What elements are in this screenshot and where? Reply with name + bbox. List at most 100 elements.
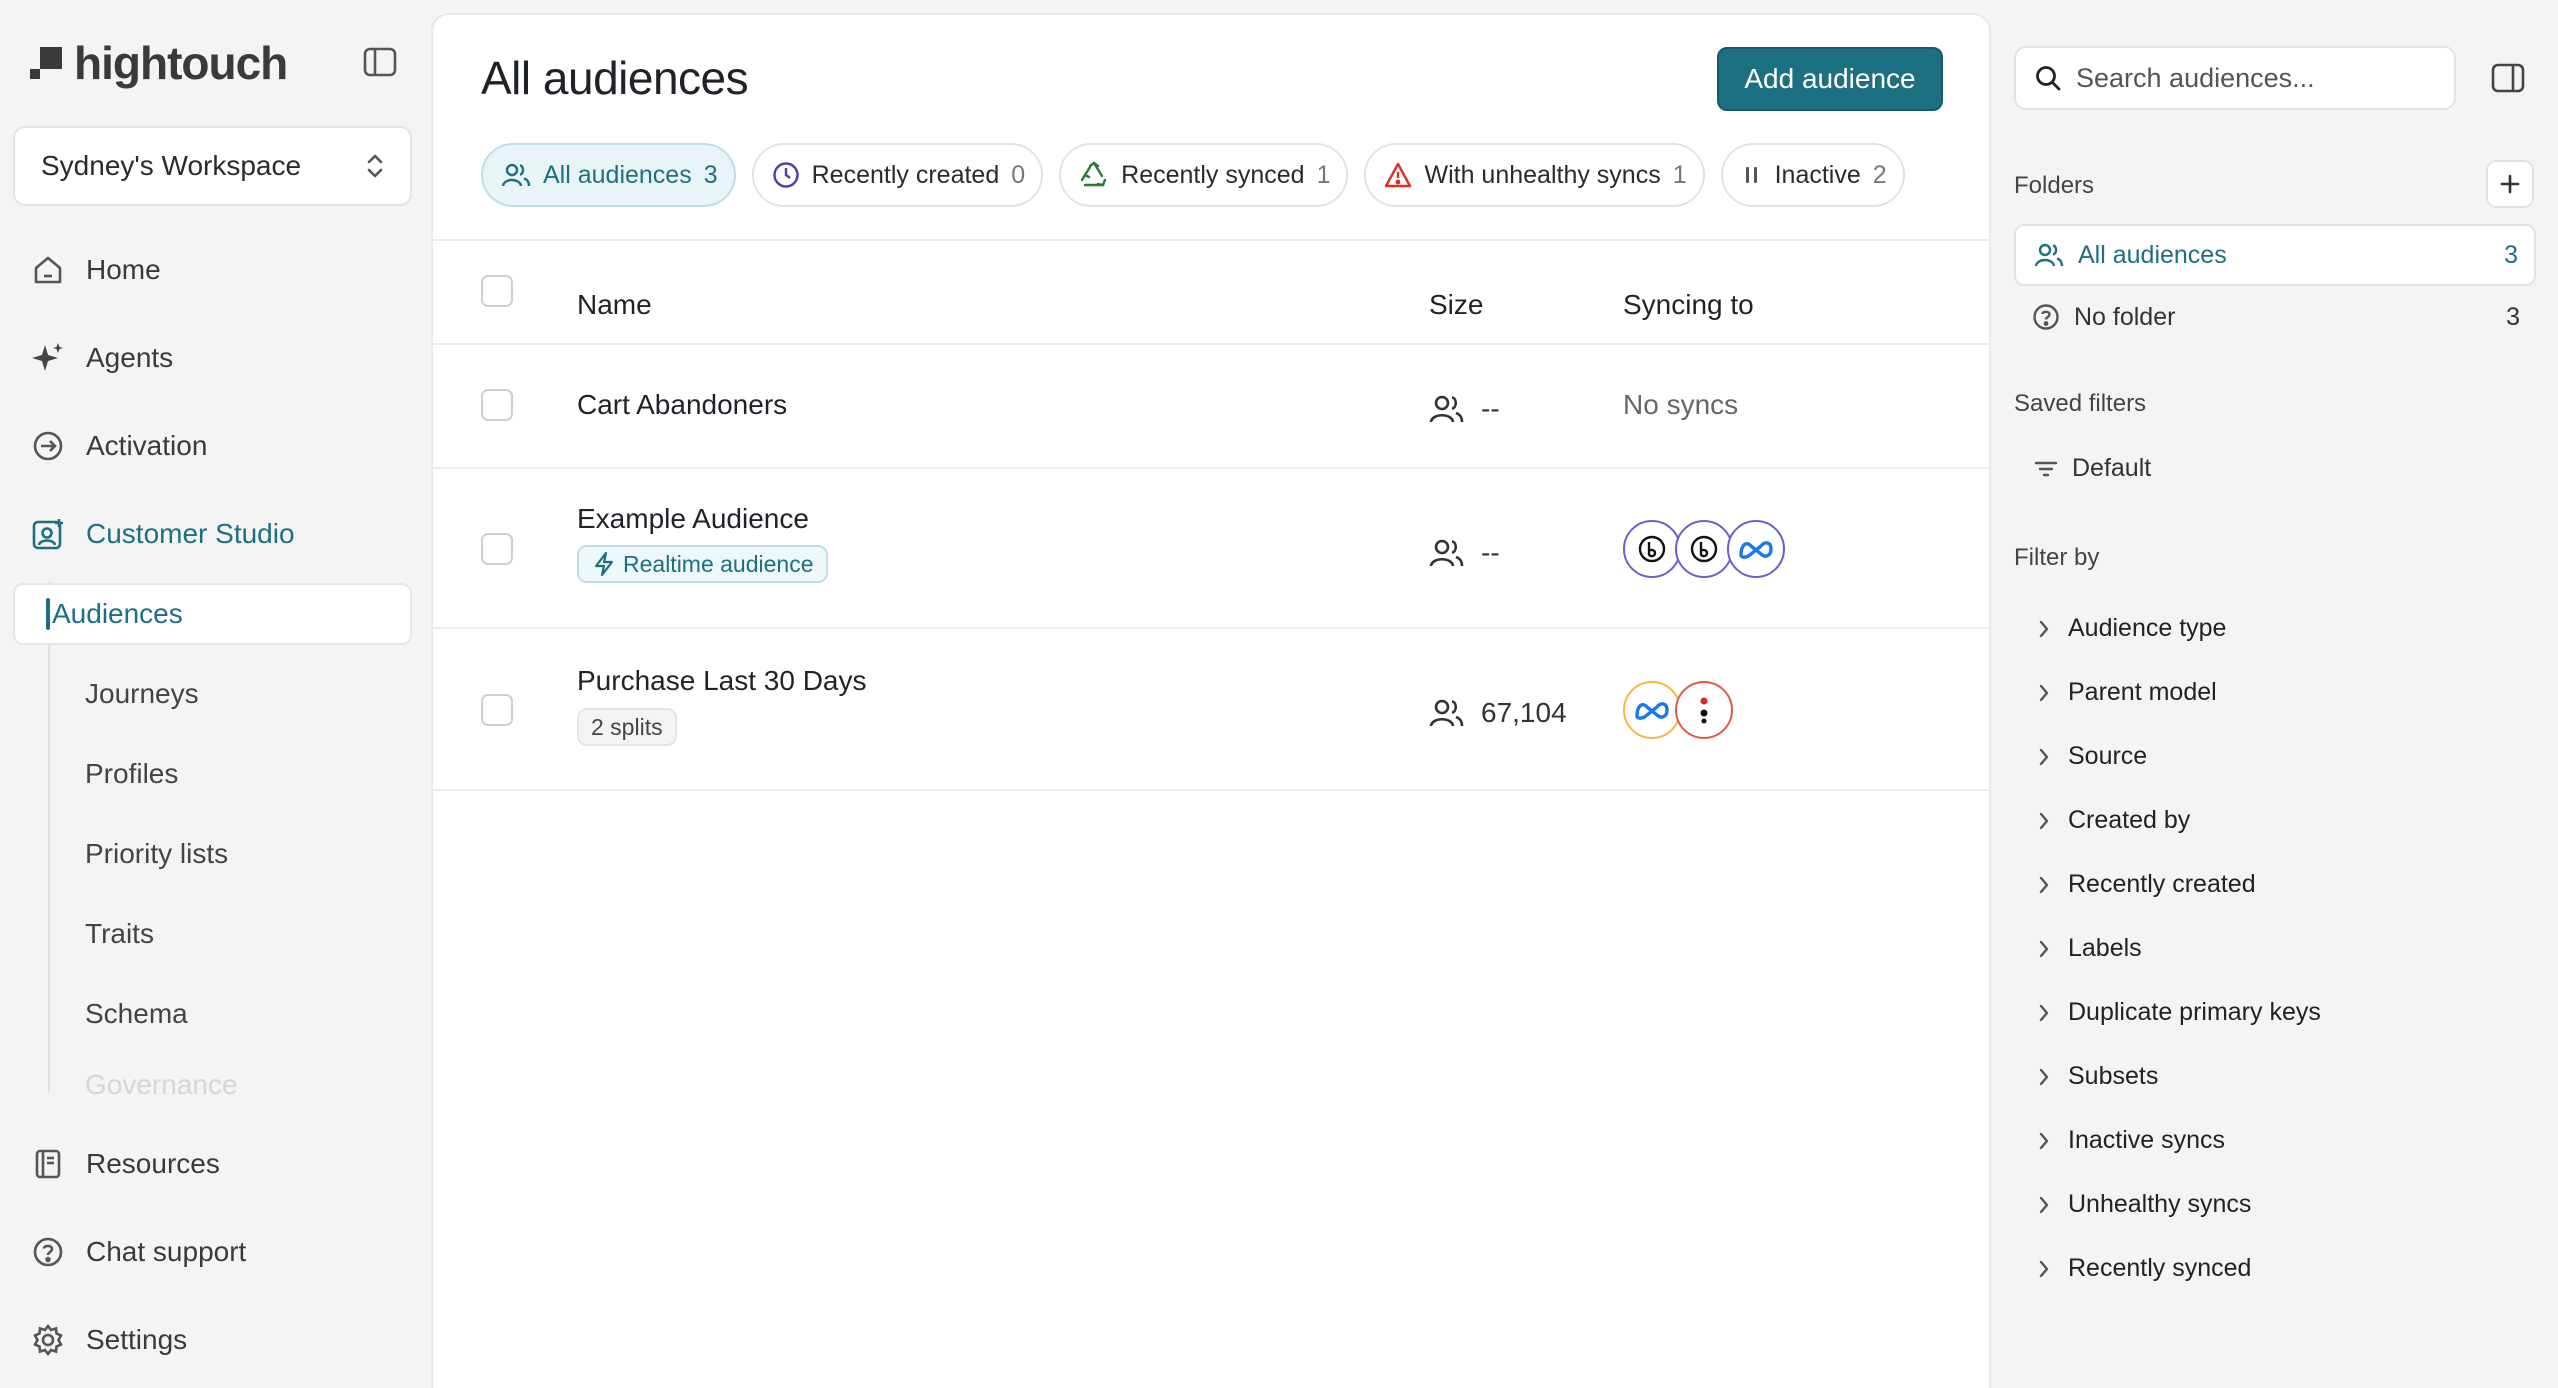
syncing-to-none: No syncs: [1623, 389, 1739, 420]
row-divider: [433, 467, 1989, 469]
filter-unhealthy-syncs[interactable]: Unhealthy syncs: [2038, 1190, 2251, 1219]
page-title: All audiences: [481, 52, 749, 104]
row-checkbox[interactable]: [481, 694, 513, 726]
realtime-badge: Realtime audience: [577, 545, 828, 583]
quick-filter-chips: All audiences 3 Recently created 0 Recen…: [481, 143, 1905, 207]
chevron-right-icon: [2039, 1260, 2049, 1277]
chip-unhealthy-syncs[interactable]: With unhealthy syncs 1: [1364, 143, 1705, 207]
chevron-right-icon: [2039, 1004, 2049, 1021]
filter-source[interactable]: Source: [2038, 742, 2147, 771]
chip-count: 0: [1011, 160, 1026, 189]
nav-resources-label: Resources: [86, 1148, 220, 1179]
chevron-right-icon: [2039, 748, 2049, 765]
subnav-governance[interactable]: Governance: [85, 1069, 238, 1105]
add-audience-button[interactable]: Add audience: [1717, 47, 1943, 111]
column-header-size[interactable]: Size: [1429, 289, 1483, 321]
audience-size: --: [1429, 537, 1500, 569]
filter-recently-created[interactable]: Recently created: [2038, 870, 2256, 899]
activation-icon: [30, 428, 66, 464]
filter-audience-type[interactable]: Audience type: [2038, 614, 2226, 643]
chip-label: All audiences: [543, 160, 692, 189]
nav-chat-support[interactable]: Chat support: [30, 1224, 246, 1280]
column-header-name[interactable]: Name: [577, 289, 652, 321]
collapse-sidebar-button[interactable]: [360, 42, 400, 82]
chip-count: 1: [1672, 160, 1687, 189]
nav-resources[interactable]: Resources: [30, 1136, 220, 1192]
filter-created-by[interactable]: Created by: [2038, 806, 2190, 835]
logo[interactable]: hightouch: [28, 36, 288, 90]
audience-name[interactable]: Example Audience: [577, 503, 809, 535]
nav-customer-studio[interactable]: Customer Studio: [30, 506, 295, 562]
table-top-divider: [433, 239, 1989, 241]
destination-braze-icon[interactable]: [1623, 520, 1681, 578]
nav-activation-label: Activation: [86, 430, 208, 461]
subnav-line: [48, 582, 50, 1092]
subnav-priority-lists[interactable]: Priority lists: [85, 829, 228, 879]
chip-label: Inactive: [1774, 160, 1861, 189]
saved-filter-default[interactable]: Default: [2034, 454, 2151, 483]
question-icon: [30, 1234, 66, 1270]
filters-panel: Folders All audiences 3 No folder 3 Save…: [1996, 0, 2558, 1388]
chip-count: 3: [703, 160, 718, 189]
filter-parent-model[interactable]: Parent model: [2038, 678, 2217, 707]
destination-warning-icon[interactable]: [1675, 681, 1733, 739]
chip-recently-created[interactable]: Recently created 0: [751, 143, 1044, 207]
destination-braze-icon[interactable]: [1675, 520, 1733, 578]
users-icon: [501, 163, 531, 187]
warning-icon: [1385, 162, 1412, 188]
row-checkbox[interactable]: [481, 389, 513, 421]
subnav-traits[interactable]: Traits: [85, 909, 154, 959]
nav-home[interactable]: Home: [30, 242, 161, 298]
audience-name[interactable]: Purchase Last 30 Days: [577, 665, 867, 697]
sidebar-toggle-icon: [363, 47, 397, 77]
chevron-right-icon: [2039, 684, 2049, 701]
saved-filters-title: Saved filters: [2014, 390, 2147, 417]
search-icon: [2036, 66, 2061, 91]
nav-home-label: Home: [86, 254, 161, 285]
destination-meta-icon[interactable]: [1623, 681, 1681, 739]
folder-no-folder[interactable]: No folder 3: [2014, 286, 2536, 348]
nav-settings[interactable]: Settings: [30, 1312, 187, 1368]
nav-settings-label: Settings: [86, 1324, 188, 1355]
filter-inactive-syncs[interactable]: Inactive syncs: [2038, 1126, 2225, 1155]
search-box[interactable]: [2014, 46, 2456, 110]
row-divider: [433, 789, 1989, 791]
subnav-journeys[interactable]: Journeys: [85, 669, 199, 719]
filter-labels[interactable]: Labels: [2038, 934, 2142, 963]
filter-recently-synced[interactable]: Recently synced: [2038, 1254, 2251, 1283]
toggle-panel-button[interactable]: [2488, 58, 2528, 98]
lightning-icon: [594, 551, 614, 577]
nav-agents[interactable]: Agents: [30, 330, 173, 386]
row-checkbox[interactable]: [481, 533, 513, 565]
chip-all-audiences[interactable]: All audiences 3: [481, 143, 736, 207]
users-icon: [1429, 699, 1464, 727]
chip-recently-synced[interactable]: Recently synced 1: [1059, 143, 1349, 207]
chip-label: With unhealthy syncs: [1424, 160, 1661, 189]
clock-icon: [772, 162, 799, 188]
filter-duplicate-primary-keys[interactable]: Duplicate primary keys: [2038, 998, 2321, 1027]
book-icon: [30, 1146, 66, 1182]
destination-meta-icon[interactable]: [1727, 520, 1785, 578]
sync-recycle-icon: [1080, 161, 1107, 187]
filter-subsets[interactable]: Subsets: [2038, 1062, 2158, 1091]
workspace-selector[interactable]: Sydney's Workspace: [13, 126, 412, 206]
chevron-right-icon: [2039, 940, 2049, 957]
chevron-right-icon: [2039, 620, 2049, 637]
audience-name[interactable]: Cart Abandoners: [577, 389, 787, 421]
select-all-checkbox[interactable]: [481, 275, 513, 307]
workspace-name: Sydney's Workspace: [41, 150, 302, 181]
folders-title: Folders: [2014, 172, 2095, 199]
add-folder-button[interactable]: [2486, 160, 2534, 208]
column-header-syncing-to[interactable]: Syncing to: [1623, 289, 1754, 321]
nav-activation[interactable]: Activation: [30, 418, 207, 474]
home-icon: [30, 252, 66, 288]
filter-lines-icon: [2034, 461, 2058, 476]
subnav-profiles[interactable]: Profiles: [85, 749, 178, 799]
header-divider: [433, 343, 1989, 345]
subnav-audiences[interactable]: Audiences: [52, 589, 183, 639]
chip-inactive[interactable]: Inactive 2: [1720, 143, 1905, 207]
subnav-schema[interactable]: Schema: [85, 989, 188, 1039]
customer-studio-icon: [30, 516, 66, 552]
folder-all-audiences[interactable]: All audiences 3: [2014, 224, 2536, 286]
search-audiences-input[interactable]: [2076, 62, 2436, 94]
